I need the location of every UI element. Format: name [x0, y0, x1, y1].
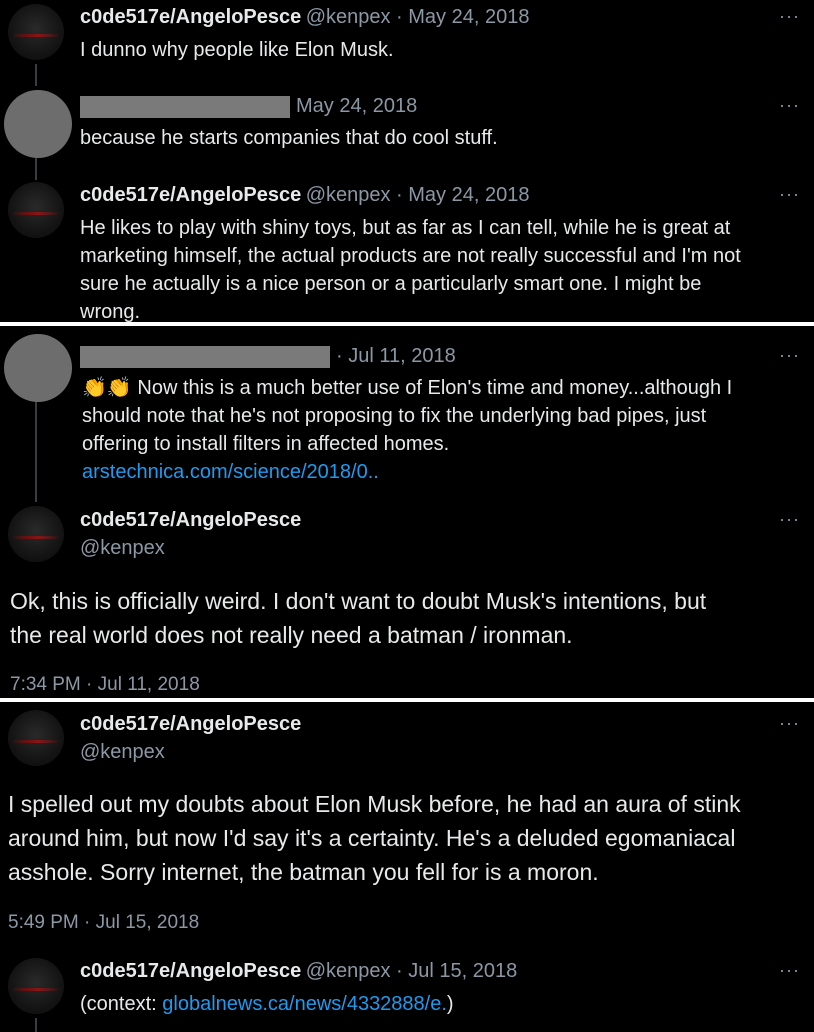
more-options-icon[interactable]: ···	[779, 713, 800, 734]
thread-line	[35, 402, 37, 502]
tweet-date[interactable]: May 24, 2018	[296, 95, 417, 118]
more-options-icon[interactable]: ···	[779, 6, 800, 27]
tweet-link[interactable]: globalnews.ca/news/4332888/e.	[162, 993, 447, 1015]
avatar[interactable]	[8, 4, 64, 60]
tweet-text: I spelled out my doubts about Elon Musk …	[8, 791, 741, 885]
author-handle[interactable]: @kenpex	[80, 537, 165, 560]
redacted-name	[80, 346, 330, 368]
tweet-date[interactable]: · Jul 11, 2018	[336, 345, 456, 368]
tweet-link[interactable]: arstechnica.com/science/2018/0..	[82, 458, 732, 486]
tweet-header: c0de517e/AngeloPesce @kenpex · Jul 15, 2…	[80, 960, 517, 983]
tweet-text: Ok, this is officially weird. I don't wa…	[10, 588, 707, 648]
separator	[0, 698, 814, 702]
avatar[interactable]	[8, 710, 64, 766]
avatar[interactable]	[8, 182, 64, 238]
author-name[interactable]: c0de517e/AngeloPesce	[80, 960, 301, 982]
tweet-header: c0de517e/AngeloPesce @kenpex · May 24, 2…	[80, 6, 529, 29]
tweet-text: I dunno why people like Elon Musk.	[80, 39, 394, 61]
more-options-icon[interactable]: ···	[779, 960, 800, 981]
author-name[interactable]: c0de517e/AngeloPesce	[80, 6, 301, 28]
tweet-timestamp[interactable]: 5:49 PM · Jul 15, 2018	[8, 912, 199, 934]
more-options-icon[interactable]: ···	[779, 184, 800, 205]
more-options-icon[interactable]: ···	[779, 95, 800, 116]
clap-emoji-icon: 👏👏	[82, 377, 132, 399]
tweet-timestamp[interactable]: 7:34 PM · Jul 11, 2018	[10, 674, 200, 696]
more-options-icon[interactable]: ···	[779, 345, 800, 366]
author-handle[interactable]: @kenpex	[80, 741, 165, 764]
avatar[interactable]	[4, 334, 72, 402]
author-name[interactable]: c0de517e/AngeloPesce	[80, 184, 301, 206]
thread-line	[35, 1018, 37, 1032]
redacted-name	[80, 96, 290, 118]
tweet-header: c0de517e/AngeloPesce @kenpex · May 24, 2…	[80, 184, 529, 207]
tweet-text: because he starts companies that do cool…	[80, 127, 498, 149]
author-name[interactable]: c0de517e/AngeloPesce	[80, 509, 301, 532]
avatar[interactable]	[8, 506, 64, 562]
author-name[interactable]: c0de517e/AngeloPesce	[80, 713, 301, 736]
avatar[interactable]	[8, 958, 64, 1014]
avatar[interactable]	[4, 90, 72, 158]
tweet-text: 👏👏 Now this is a much better use of Elon…	[82, 374, 732, 486]
author-handle-date[interactable]: @kenpex · Jul 15, 2018	[306, 960, 518, 982]
author-handle-date[interactable]: @kenpex · May 24, 2018	[306, 184, 530, 206]
separator	[0, 322, 814, 326]
thread-line	[35, 64, 37, 86]
tweet-text: He likes to play with shiny toys, but as…	[80, 217, 741, 323]
tweet-text: (context: globalnews.ca/news/4332888/e.)	[80, 993, 454, 1015]
more-options-icon[interactable]: ···	[779, 509, 800, 530]
author-handle-date[interactable]: @kenpex · May 24, 2018	[306, 6, 530, 28]
thread-line	[35, 158, 37, 180]
